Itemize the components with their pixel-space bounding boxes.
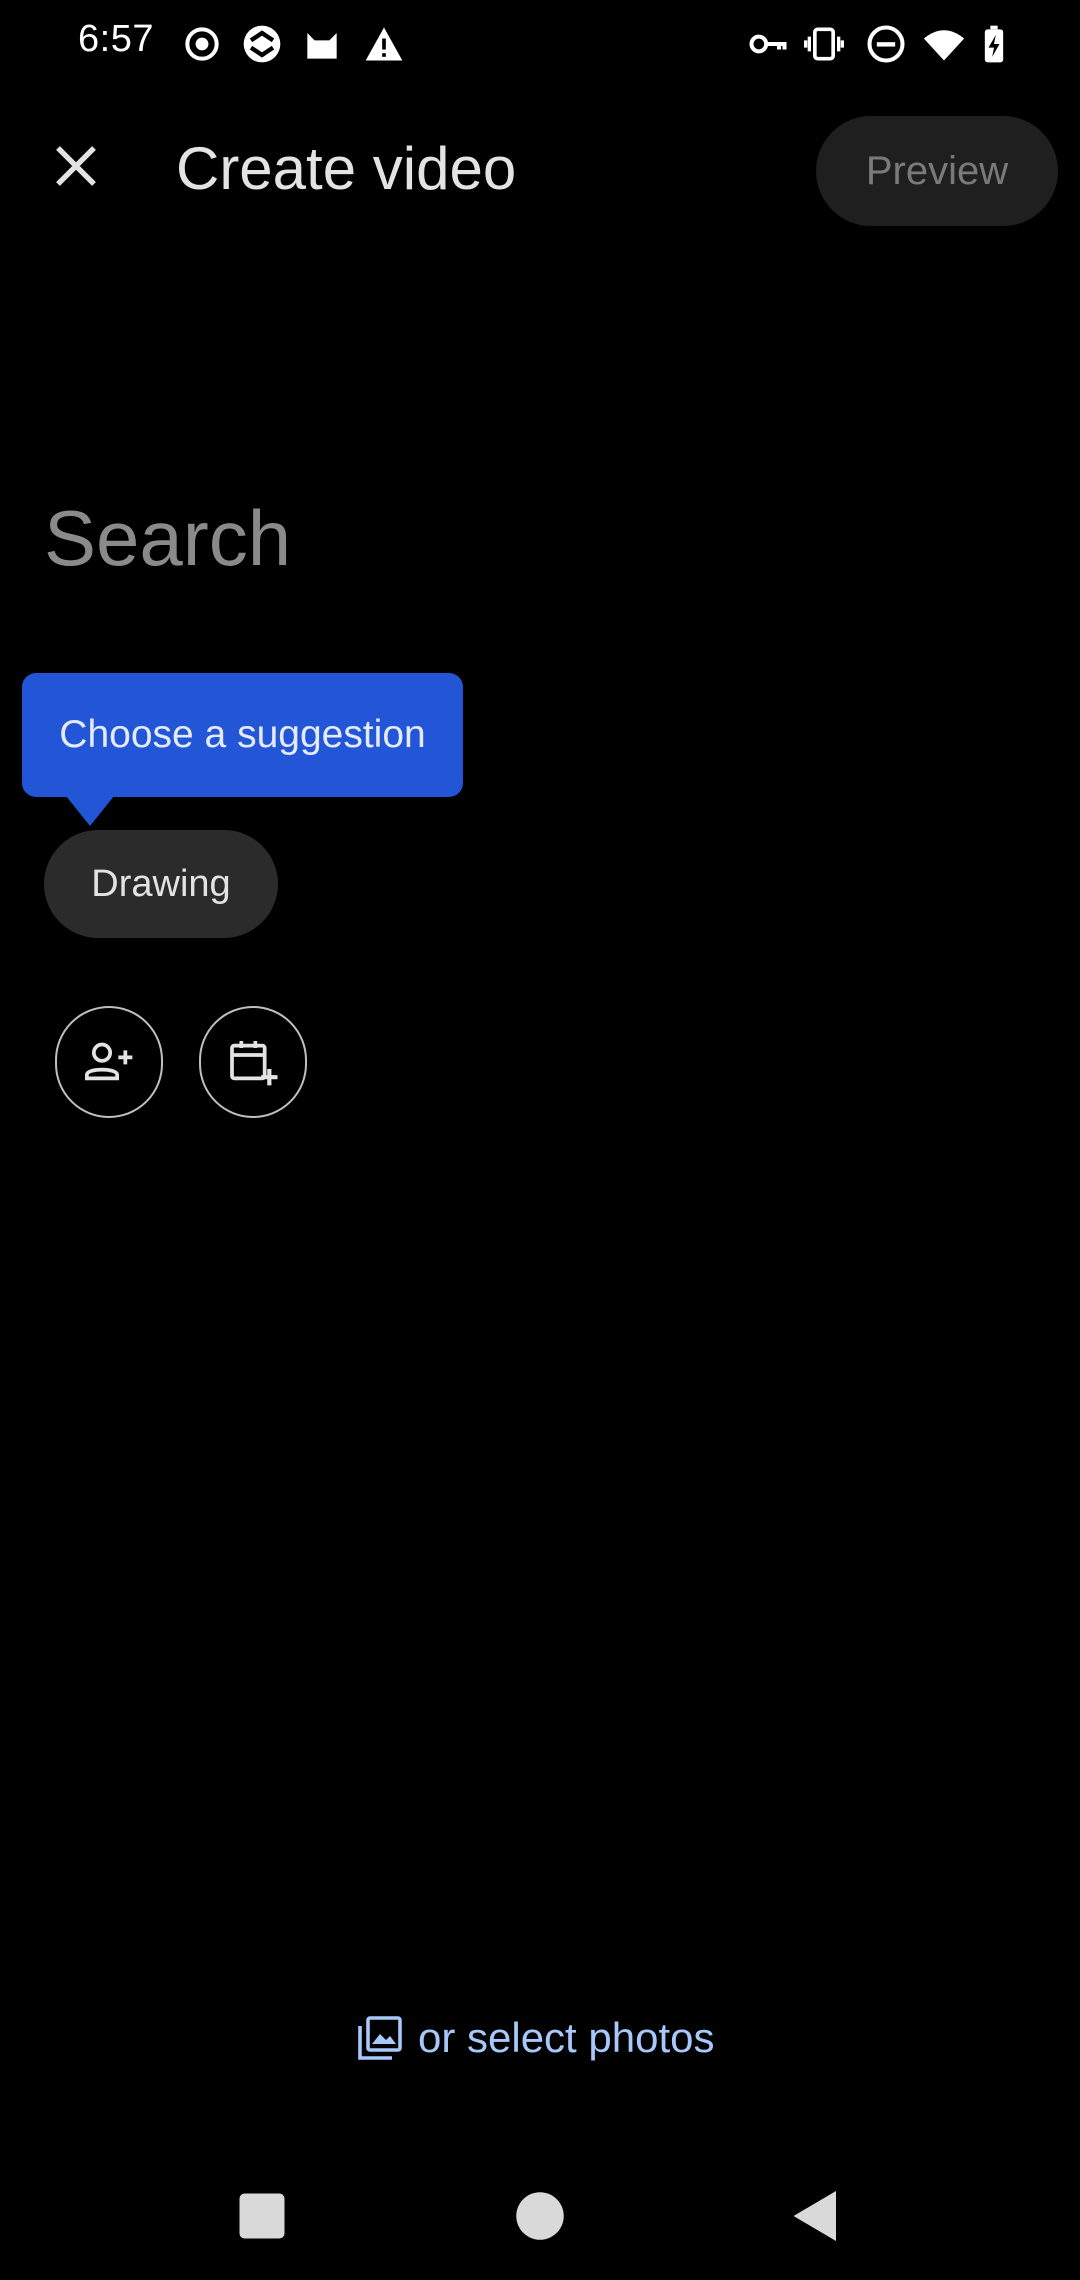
alert-icon: [362, 22, 406, 66]
sync-icon: [240, 22, 284, 66]
suggestion-tooltip: Choose a suggestion: [22, 673, 463, 797]
record-icon: [180, 22, 224, 66]
add-person-button[interactable]: [55, 1006, 163, 1118]
suggestion-chip-drawing[interactable]: Drawing: [44, 830, 278, 938]
page-title: Create video: [176, 135, 517, 202]
add-date-icon: [230, 1041, 278, 1086]
preview-button[interactable]: Preview: [816, 116, 1058, 226]
back-icon: [793, 2191, 836, 2241]
search-input[interactable]: [44, 488, 944, 588]
status-bar: 6:57: [0, 0, 1080, 88]
vpn-key-icon: [746, 22, 790, 66]
create-video-screen: 6:57 Create video Preview Search Choose …: [0, 0, 1080, 2280]
photo-library-icon: [358, 2016, 402, 2060]
close-button[interactable]: [40, 130, 112, 202]
home-button[interactable]: [510, 2186, 570, 2246]
recents-icon: [239, 2193, 285, 2239]
home-icon: [516, 2192, 564, 2240]
vibrate-icon: [802, 22, 846, 66]
status-time: 6:57: [78, 18, 154, 60]
add-date-button[interactable]: [199, 1006, 307, 1118]
recents-button[interactable]: [232, 2186, 292, 2246]
back-button[interactable]: [786, 2186, 846, 2246]
battery-charging-icon: [972, 22, 1016, 66]
wifi-icon: [922, 22, 966, 66]
add-person-icon: [84, 1042, 133, 1081]
tooltip-arrow: [66, 796, 114, 826]
close-icon: [56, 146, 96, 186]
select-photos-link[interactable]: or select photos: [356, 2010, 715, 2066]
cat-icon: [300, 22, 344, 66]
dnd-icon: [864, 22, 908, 66]
select-photos-label: or select photos: [418, 2014, 715, 2061]
